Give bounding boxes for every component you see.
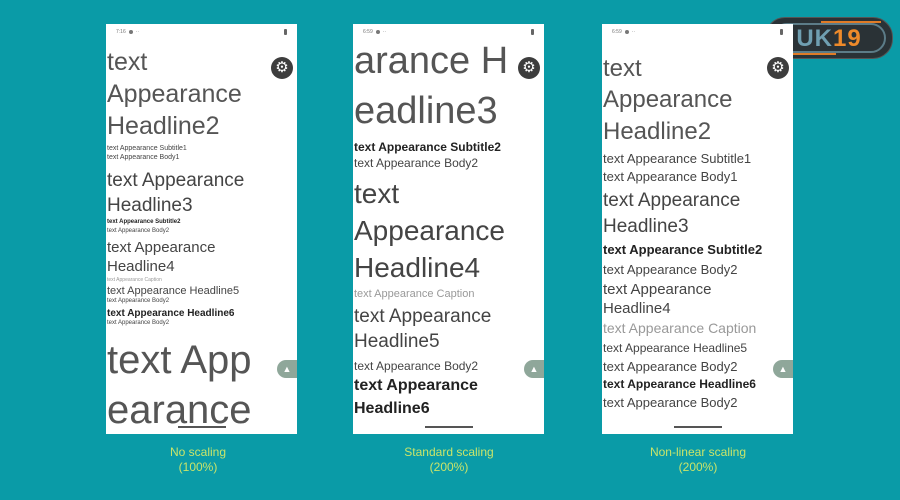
text-appearance-headline4: Appearance bbox=[354, 215, 506, 246]
navigation-handle[interactable] bbox=[674, 426, 722, 428]
text-appearance-headline2: Headline2 bbox=[603, 118, 712, 145]
text-appearance-headline6: text Appearance bbox=[354, 377, 478, 394]
text-appearance-headline4: Headline4 bbox=[107, 258, 175, 275]
phone-standard-scaling: 6:59 ·· arance H eadline3 text Appearance S… bbox=[353, 24, 544, 434]
text-appearance-headline1: earance bbox=[107, 388, 252, 432]
text-appearance-body2: text Appearance Body2 bbox=[107, 228, 170, 234]
text-appearance-headline2: text bbox=[107, 48, 148, 76]
text-appearance-subtitle2: text Appearance Subtitle2 bbox=[603, 242, 763, 257]
gear-icon[interactable]: ⚙ bbox=[767, 57, 789, 79]
text-appearance-headline3: eadline3 bbox=[354, 90, 498, 132]
text-appearance-subtitle2: text Appearance Subtitle2 bbox=[354, 140, 501, 154]
phone-nonlinear-scaling: 6:59 ·· text Appearance Headline2 text Appea… bbox=[602, 24, 793, 434]
caption-standard-scaling: Standard scaling (200%) bbox=[404, 445, 494, 474]
text-appearance-headline4: text Appearance bbox=[107, 239, 216, 256]
caption-nonlinear-scaling: Non-linear scaling (200%) bbox=[649, 445, 747, 474]
text-appearance-body2: text Appearance Body2 bbox=[603, 262, 738, 277]
text-appearance-headline3: arance H bbox=[354, 40, 509, 82]
text-appearance-headline4: Headline4 bbox=[354, 252, 481, 283]
text-appearance-headline5: text Appearance bbox=[354, 306, 492, 327]
text-appearance-caption: text Appearance Caption bbox=[107, 277, 162, 283]
text-appearance-headline1: text App bbox=[107, 338, 252, 382]
text-appearance-headline3: text Appearance bbox=[603, 190, 741, 211]
text-appearance-headline4: Headline4 bbox=[603, 300, 671, 317]
android-icon[interactable]: ▲ bbox=[524, 360, 544, 378]
text-appearance-subtitle1: text Appearance Subtitle1 bbox=[107, 145, 187, 152]
navigation-handle[interactable] bbox=[425, 426, 473, 428]
text-appearance-subtitle2: text Appearance Subtitle2 bbox=[107, 219, 181, 225]
android-icon[interactable]: ▲ bbox=[773, 360, 793, 378]
text-appearance-headline5: text Appearance Headline5 bbox=[107, 285, 240, 297]
settings-status-icon bbox=[624, 29, 629, 34]
text-appearance-headline3: Headline3 bbox=[603, 216, 689, 237]
text-appearance-headline6: Headline6 bbox=[354, 400, 430, 417]
text-appearance-body1: text Appearance Body1 bbox=[107, 154, 180, 161]
text-appearance-headline2: Appearance bbox=[107, 80, 242, 108]
caption-no-scaling: No scaling (100%) bbox=[169, 445, 227, 474]
navigation-handle[interactable] bbox=[178, 426, 226, 428]
text-appearance-headline3: text Appearance bbox=[107, 170, 245, 191]
gear-icon[interactable]: ⚙ bbox=[518, 57, 540, 79]
text-appearance-body2: text Appearance Body2 bbox=[603, 359, 738, 374]
text-appearance-headline4: text bbox=[354, 178, 400, 209]
text-appearance-headline5: text Appearance Headline5 bbox=[603, 341, 748, 355]
text-appearance-headline6: text Appearance Headline6 bbox=[107, 308, 235, 319]
text-appearance-headline2: text bbox=[603, 55, 642, 82]
gear-icon[interactable]: ⚙ bbox=[271, 57, 293, 79]
text-appearance-body2: text Appearance Body2 bbox=[107, 320, 170, 326]
phone-no-scaling: 7:16 ·· text Appearance Headline2 text Appea… bbox=[106, 24, 297, 434]
status-bar: 7:16 ·· bbox=[116, 29, 140, 35]
text-appearance-caption: text Appearance Caption bbox=[354, 288, 475, 300]
status-bar: 6:59 ·· bbox=[363, 29, 387, 35]
text-appearance-subtitle1: text Appearance Subtitle1 bbox=[603, 151, 752, 166]
battery-icon bbox=[780, 29, 783, 35]
text-appearance-headline6: text Appearance Headline6 bbox=[603, 377, 756, 391]
settings-status-icon bbox=[375, 29, 380, 34]
text-appearance-body2: text Appearance Body2 bbox=[603, 395, 738, 410]
text-appearance-headline2: Appearance bbox=[603, 86, 733, 113]
battery-icon bbox=[284, 29, 287, 35]
text-appearance-headline2: Headline2 bbox=[107, 112, 220, 140]
text-appearance-headline4: text Appearance bbox=[603, 281, 712, 298]
text-appearance-caption: text Appearance Caption bbox=[603, 320, 757, 336]
text-appearance-headline3: Headline3 bbox=[107, 195, 193, 216]
text-appearance-body2: text Appearance Body2 bbox=[354, 156, 479, 170]
android-icon[interactable]: ▲ bbox=[277, 360, 297, 378]
text-appearance-body2: text Appearance Body2 bbox=[354, 359, 479, 373]
battery-icon bbox=[531, 29, 534, 35]
status-bar: 6:59 ·· bbox=[612, 29, 636, 35]
text-appearance-body1: text Appearance Body1 bbox=[603, 169, 738, 184]
text-appearance-body2: text Appearance Body2 bbox=[107, 298, 170, 304]
text-appearance-headline5: Headline5 bbox=[354, 331, 440, 352]
settings-status-icon bbox=[128, 29, 133, 34]
